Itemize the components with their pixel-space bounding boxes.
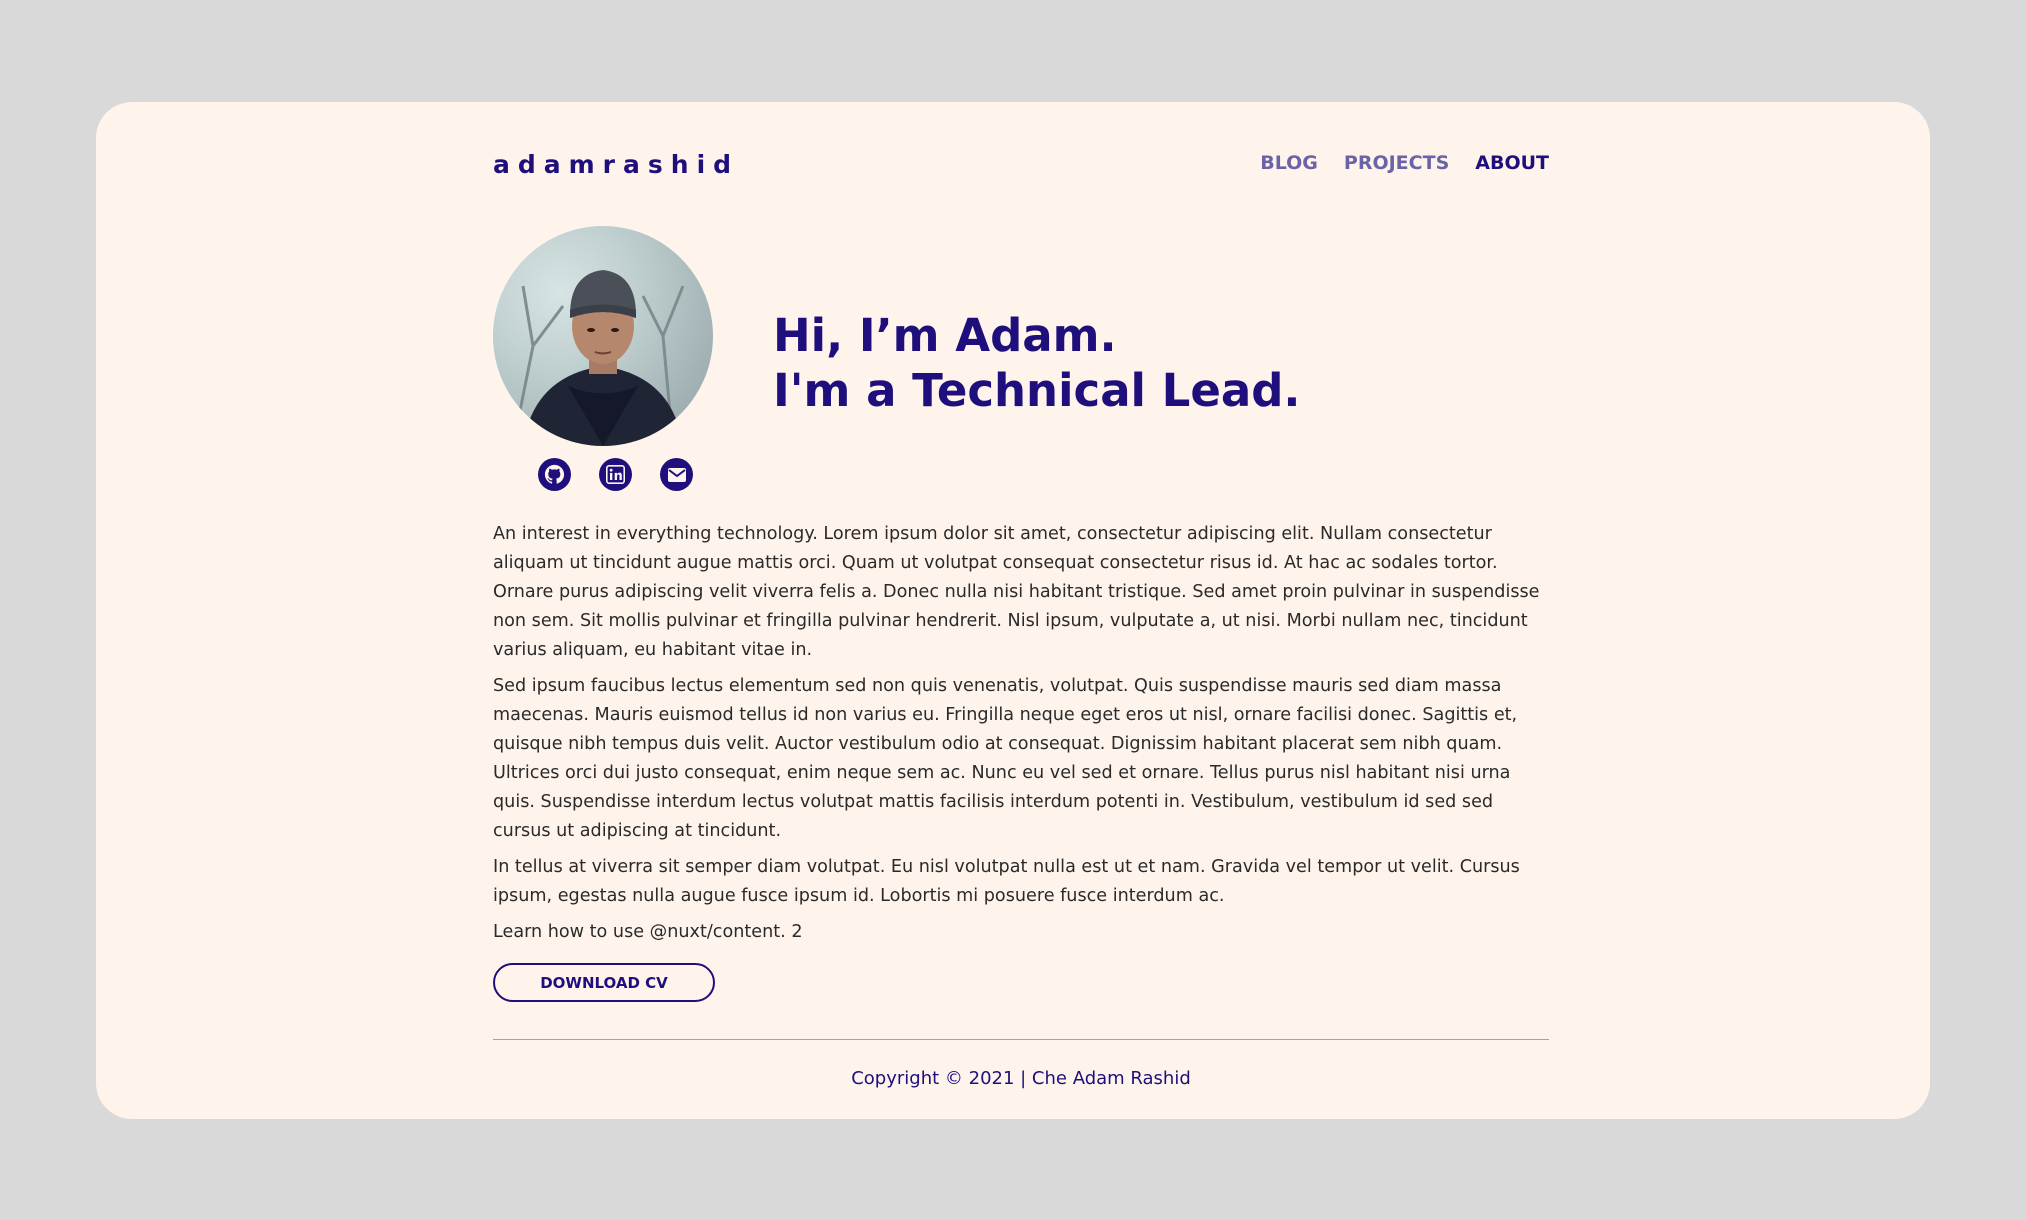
about-paragraph: Sed ipsum faucibus lectus elementum sed … <box>493 676 1518 841</box>
site-logo[interactable]: adamrashid <box>493 150 739 179</box>
github-icon[interactable] <box>538 458 571 491</box>
about-paragraph: An interest in everything technology. Lo… <box>493 524 1540 660</box>
social-links <box>538 458 693 491</box>
linkedin-icon[interactable] <box>599 458 632 491</box>
hero-headline: Hi, I’m Adam. I'm a Technical Lead. <box>773 308 1301 418</box>
content-container: adamrashid BLOG PROJECTS ABOUT Hi, I’m A… <box>493 102 1549 1119</box>
profile-avatar <box>493 226 713 446</box>
headline-greeting: Hi, I’m Adam. <box>773 309 1117 362</box>
about-content: An interest in everything technology. Lo… <box>493 520 1553 954</box>
download-cv-button[interactable]: DOWNLOAD CV <box>493 963 715 1002</box>
nav-projects[interactable]: PROJECTS <box>1344 152 1449 174</box>
about-paragraph: Learn how to use @nuxt/content. 2 <box>493 922 803 942</box>
page-card: adamrashid BLOG PROJECTS ABOUT Hi, I’m A… <box>96 102 1930 1119</box>
about-paragraph: In tellus at viverra sit semper diam vol… <box>493 857 1520 906</box>
main-nav: BLOG PROJECTS ABOUT <box>1260 152 1549 174</box>
profile-photo <box>511 270 685 446</box>
footer-divider <box>493 1039 1549 1040</box>
nav-about[interactable]: ABOUT <box>1475 152 1549 174</box>
footer-copyright: Copyright © 2021 | Che Adam Rashid <box>851 1068 1191 1089</box>
nav-blog[interactable]: BLOG <box>1260 152 1318 174</box>
email-icon[interactable] <box>660 458 693 491</box>
headline-role: I'm a Technical Lead. <box>773 364 1301 417</box>
